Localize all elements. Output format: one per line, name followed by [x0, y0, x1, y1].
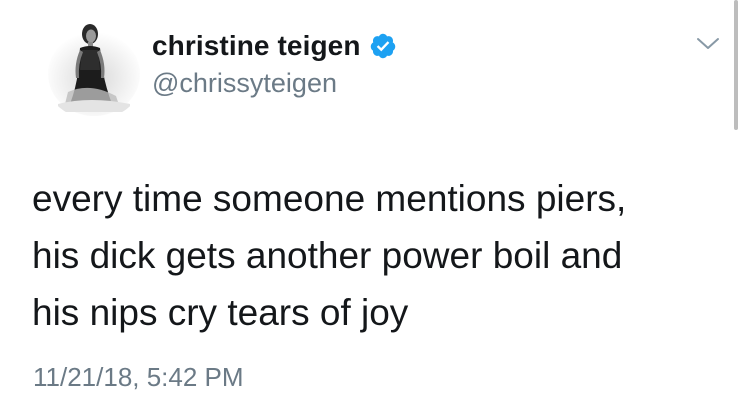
user-handle[interactable]: @chrissyteigen [152, 68, 337, 99]
tweet-card: christine teigen @chrissyteigen every ti… [0, 0, 742, 410]
display-name[interactable]: christine teigen [152, 30, 361, 62]
scrollbar[interactable] [734, 0, 738, 130]
profile-photo-icon [40, 12, 148, 120]
chevron-down-icon[interactable] [694, 34, 722, 54]
tweet-timestamp[interactable]: 11/21/18, 5:42 PM [33, 362, 244, 393]
author-name-row[interactable]: christine teigen [152, 28, 397, 64]
avatar[interactable] [40, 12, 148, 120]
tweet-text: every time someone mentions piers, his d… [32, 178, 627, 333]
verified-badge-icon [369, 32, 397, 60]
